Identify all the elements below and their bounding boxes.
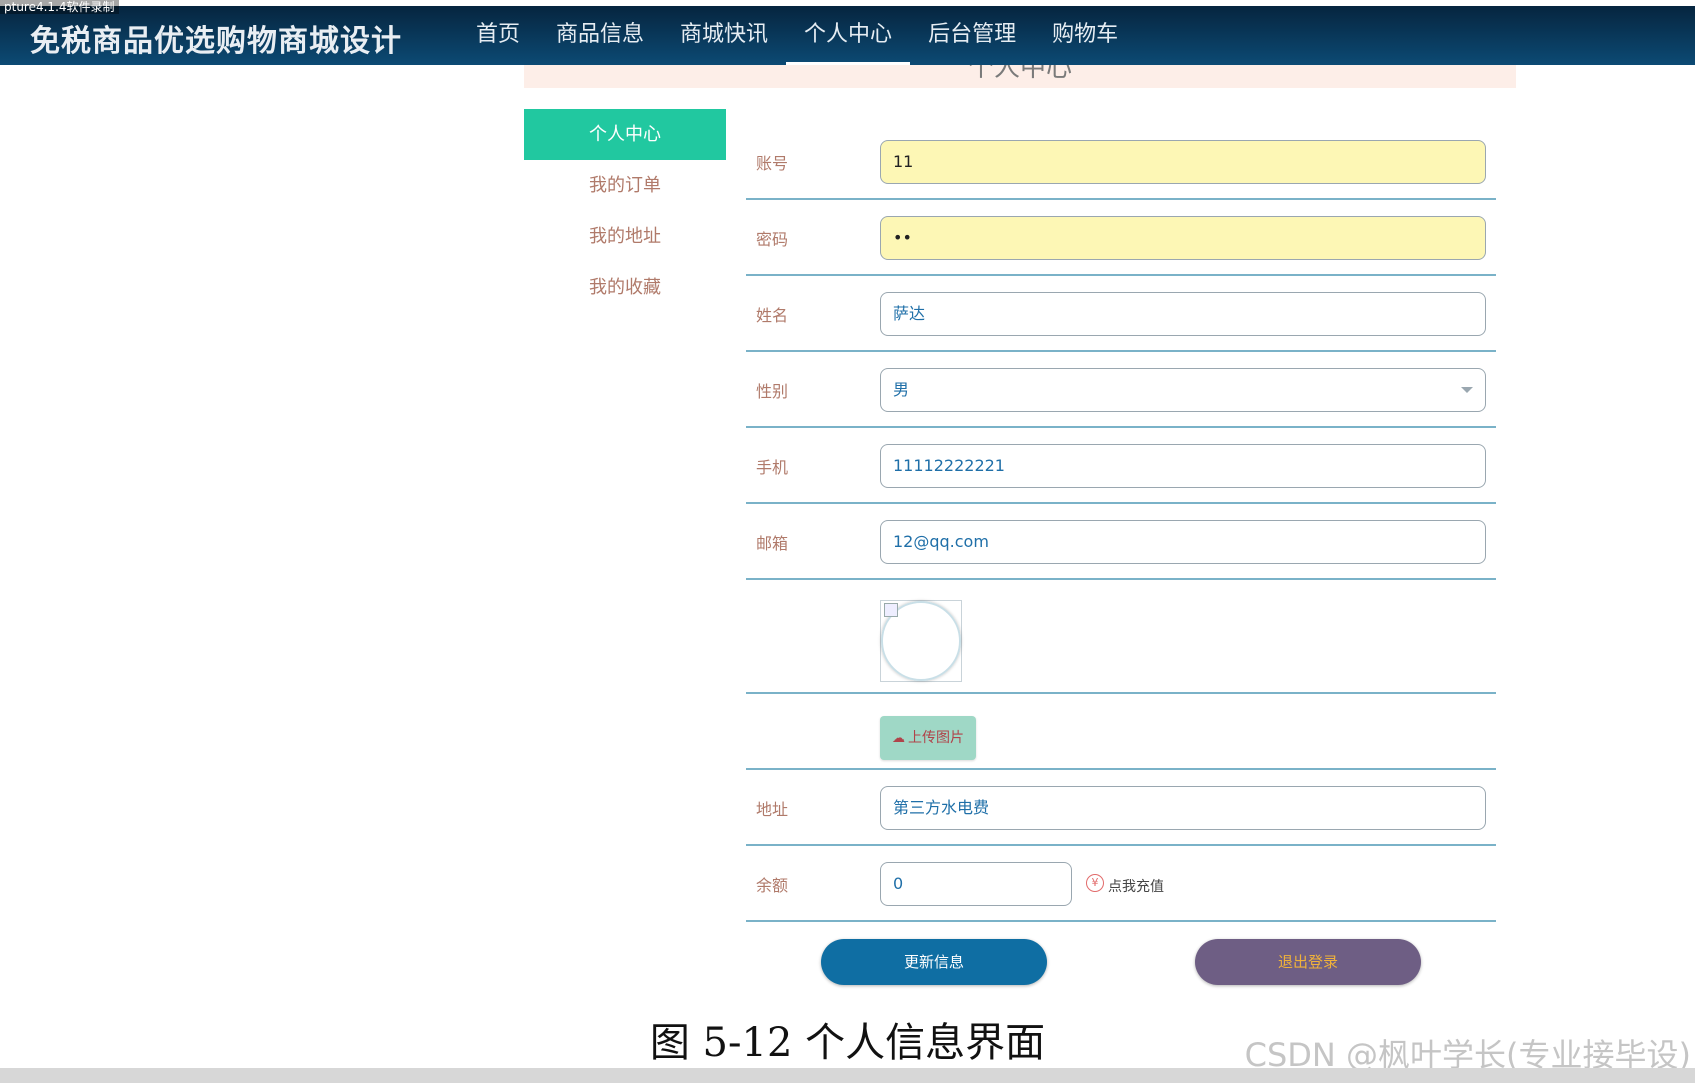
recharge-link[interactable]: 点我充值 <box>1108 876 1164 896</box>
nav-personal-center[interactable]: 个人中心 <box>786 6 911 65</box>
nav-admin[interactable]: 后台管理 <box>910 6 1034 65</box>
form-row-upload: ☁ 上传图片 <box>746 694 1496 770</box>
sidebar: 个人中心 我的订单 我的地址 我的收藏 <box>524 109 726 313</box>
yen-icon: ¥ <box>1086 874 1104 892</box>
form-row-password: 密码 •• <box>746 200 1496 276</box>
upload-image-label: 上传图片 <box>908 730 964 746</box>
name-label: 姓名 <box>756 306 789 325</box>
phone-label: 手机 <box>756 458 789 477</box>
window-bottom-bar <box>0 1068 1695 1083</box>
address-label: 地址 <box>756 800 789 819</box>
recorder-watermark: pture4.1.4软件录制 <box>0 0 119 14</box>
page-heading-band: 个人中心 <box>524 65 1516 88</box>
form-row-name: 姓名 萨达 <box>746 276 1496 352</box>
sidebar-item-addresses[interactable]: 我的地址 <box>524 211 726 262</box>
site-title: 免税商品优选购物商城设计 <box>30 24 402 59</box>
nav-home[interactable]: 首页 <box>458 6 538 65</box>
form-row-avatar <box>746 580 1496 694</box>
name-input[interactable]: 萨达 <box>880 292 1486 336</box>
form-row-gender: 性别 男 <box>746 352 1496 428</box>
nav-news[interactable]: 商城快讯 <box>662 6 786 65</box>
gender-label: 性别 <box>756 382 789 401</box>
email-input[interactable]: 12@qq.com <box>880 520 1486 564</box>
balance-label: 余额 <box>756 876 789 895</box>
gender-select[interactable]: 男 <box>880 368 1486 412</box>
form-row-email: 邮箱 12@qq.com <box>746 504 1496 580</box>
upload-cloud-icon: ☁ <box>892 731 905 746</box>
top-navigation-bar: 免税商品优选购物商城设计 首页 商品信息 商城快讯 个人中心 后台管理 购物车 <box>0 6 1695 65</box>
password-input[interactable]: •• <box>880 216 1486 260</box>
password-label: 密码 <box>756 230 789 249</box>
sidebar-item-favorites[interactable]: 我的收藏 <box>524 262 726 313</box>
chevron-down-icon <box>1461 387 1473 393</box>
gender-select-value: 男 <box>893 380 910 399</box>
avatar <box>880 600 962 682</box>
nav-products[interactable]: 商品信息 <box>538 6 662 65</box>
logout-button[interactable]: 退出登录 <box>1195 939 1421 985</box>
sidebar-item-orders[interactable]: 我的订单 <box>524 160 726 211</box>
address-input[interactable]: 第三方水电费 <box>880 786 1486 830</box>
main-nav: 首页 商品信息 商城快讯 个人中心 后台管理 购物车 <box>458 6 1136 65</box>
form-row-account: 账号 11 <box>746 124 1496 200</box>
broken-image-icon <box>884 603 898 617</box>
account-label: 账号 <box>756 154 789 173</box>
nav-cart[interactable]: 购物车 <box>1034 6 1136 65</box>
sidebar-item-personal-center[interactable]: 个人中心 <box>524 109 726 160</box>
page-title: 个人中心 <box>967 65 1072 83</box>
account-input[interactable]: 11 <box>880 140 1486 184</box>
form-row-phone: 手机 11112222221 <box>746 428 1496 504</box>
profile-form: 账号 11 密码 •• 姓名 萨达 性别 男 手机 11112222221 邮箱… <box>746 124 1496 922</box>
form-row-address: 地址 第三方水电费 <box>746 770 1496 846</box>
form-row-balance: 余额 0 ¥ 点我充值 <box>746 846 1496 922</box>
phone-input[interactable]: 11112222221 <box>880 444 1486 488</box>
update-info-button[interactable]: 更新信息 <box>821 939 1047 985</box>
email-label: 邮箱 <box>756 534 789 553</box>
upload-image-button[interactable]: ☁ 上传图片 <box>880 716 976 760</box>
balance-input[interactable]: 0 <box>880 862 1072 906</box>
